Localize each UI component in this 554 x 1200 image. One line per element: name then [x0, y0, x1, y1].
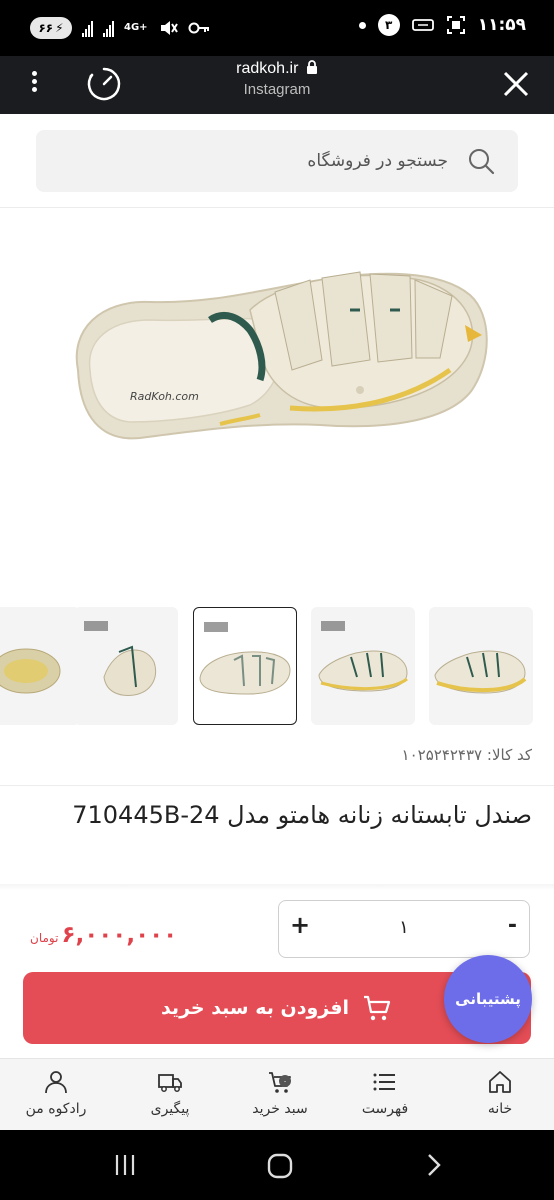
product-main-image[interactable]: RadKoh.com	[60, 240, 500, 460]
clock: ۱۱:۵۹	[477, 15, 526, 35]
divider	[0, 884, 554, 890]
recent-apps-icon[interactable]	[112, 1152, 138, 1178]
nav-label: سبد خرید	[252, 1101, 308, 1117]
signal-icon-2	[103, 19, 114, 37]
cart-icon	[364, 995, 391, 1021]
notification-count: ۳	[377, 14, 400, 36]
url-text: radkoh.ir	[236, 60, 299, 77]
quantity-value[interactable]: ۱	[279, 917, 529, 938]
battery-level: ۶۶	[38, 21, 54, 35]
nav-label: پیگیری	[150, 1101, 190, 1117]
thumbnail-image	[0, 648, 61, 694]
list-icon	[373, 1073, 395, 1091]
user-icon	[45, 1071, 67, 1094]
price-unit: تومان	[30, 931, 59, 945]
charging-icon: ⚡	[55, 21, 64, 35]
browser-toolbar: radkoh.ir Instagram	[0, 56, 554, 114]
search-box[interactable]: جستجو در فروشگاه	[36, 130, 518, 192]
tag-icon	[411, 19, 434, 31]
product-code: کد کالا: ۱۰۲۵۲۴۲۴۳۷	[402, 746, 532, 764]
price-value: ۶,۰۰۰,۰۰۰	[61, 922, 178, 948]
network-type: 4G+	[124, 22, 148, 33]
thumbnail-5[interactable]	[429, 607, 533, 725]
product-price: ۶,۰۰۰,۰۰۰ تومان	[30, 922, 177, 948]
url-source: Instagram	[243, 81, 311, 98]
nav-label: فهرست	[361, 1101, 409, 1117]
thumbnail-image	[84, 621, 157, 696]
thumbnail-4[interactable]	[311, 607, 415, 725]
watermark: RadKoh.com	[130, 390, 199, 403]
nav-menu[interactable]: فهرست	[335, 1069, 435, 1117]
support-button[interactable]: پشتیبانی	[444, 955, 532, 1043]
product-code-label: کد کالا:	[486, 746, 532, 764]
search-input[interactable]: جستجو در فروشگاه	[307, 130, 448, 192]
divider	[0, 207, 554, 208]
nav-account[interactable]: رادکوه من	[6, 1069, 106, 1117]
nav-label: خانه	[487, 1101, 513, 1117]
thumbnail-3[interactable]	[193, 607, 297, 725]
nav-label: رادکوه من	[25, 1101, 87, 1117]
decrease-button[interactable]: -	[508, 913, 517, 938]
address-bar[interactable]: radkoh.ir Instagram	[0, 60, 554, 98]
close-icon[interactable]	[498, 66, 534, 102]
screenshot-icon	[446, 16, 465, 34]
home-icon	[489, 1071, 511, 1093]
truck-icon	[158, 1074, 182, 1092]
system-navigation-bar	[0, 1130, 554, 1200]
nav-home[interactable]: خانه	[450, 1069, 550, 1117]
thumbnail-2[interactable]	[74, 607, 178, 725]
thumbnail-1[interactable]	[0, 607, 80, 725]
thumbnail-image	[434, 650, 527, 694]
notification-dot	[358, 21, 366, 29]
divider	[0, 785, 554, 786]
mute-icon	[160, 21, 178, 35]
battery-indicator: ۶۶ ⚡	[30, 17, 72, 39]
lock-icon	[306, 60, 317, 74]
cart-badge: ۰	[283, 1077, 287, 1086]
product-code-value: ۱۰۲۵۲۴۲۴۳۷	[401, 746, 483, 764]
vpn-key-icon	[188, 22, 209, 34]
nav-cart[interactable]: ۰ سبد خرید	[230, 1069, 330, 1117]
back-icon[interactable]	[424, 1152, 444, 1178]
thumbnail-image	[199, 622, 291, 695]
status-bar: ۶۶ ⚡ 4G+ ۳ ۱۱:۵۹	[0, 0, 554, 56]
quantity-stepper: + ۱ -	[278, 900, 530, 958]
nav-tracking[interactable]: پیگیری	[120, 1069, 220, 1117]
add-to-cart-label: افزودن به سبد خرید	[160, 997, 350, 1019]
cart-icon: ۰	[269, 1072, 291, 1093]
product-title: صندل تابستانه زنانه هامتو مدل 710445B-24	[72, 801, 532, 829]
thumbnail-image	[318, 621, 408, 692]
home-button-icon[interactable]	[266, 1152, 294, 1180]
signal-icon	[82, 19, 93, 37]
thumbnail-strip	[0, 607, 554, 725]
search-icon[interactable]	[466, 146, 496, 176]
bottom-navigation: خانه فهرست ۰ سبد خرید پیگیری رادکوه من	[0, 1058, 554, 1130]
